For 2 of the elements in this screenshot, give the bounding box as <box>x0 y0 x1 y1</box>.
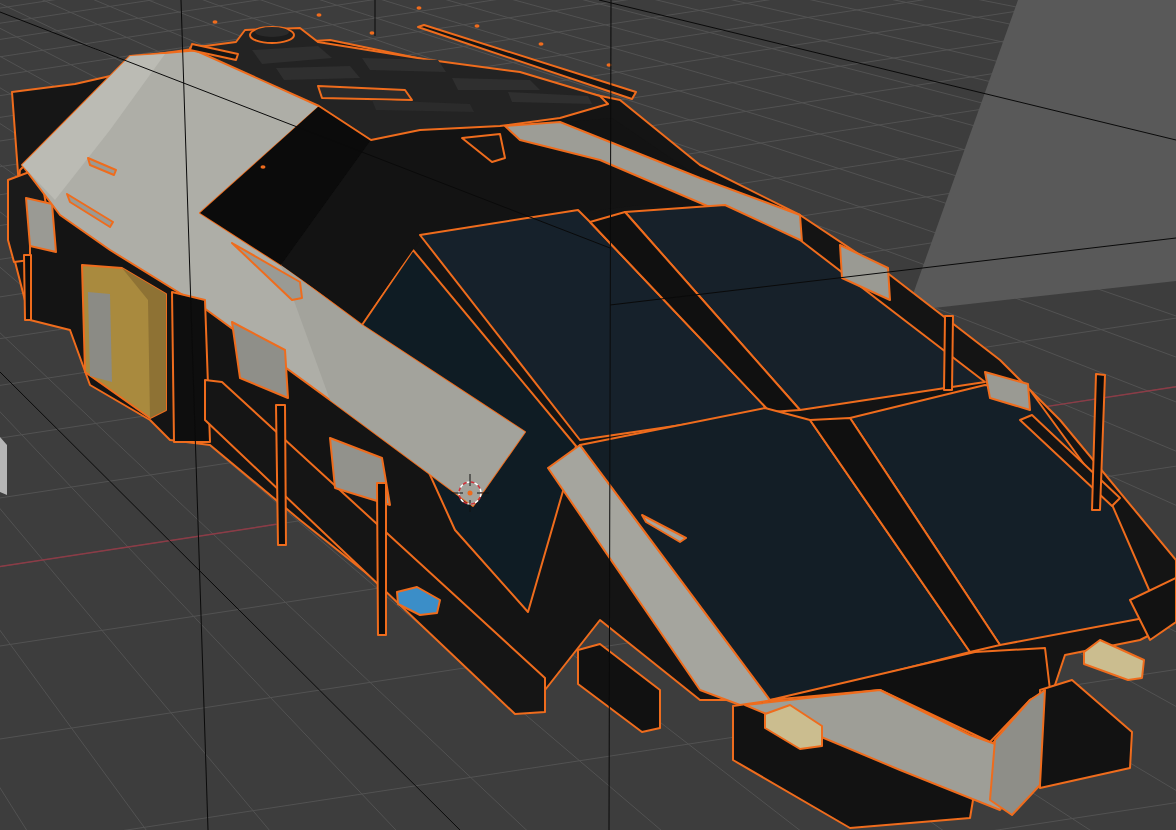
partial-object <box>0 437 7 495</box>
3d-cursor-icon <box>450 473 490 513</box>
